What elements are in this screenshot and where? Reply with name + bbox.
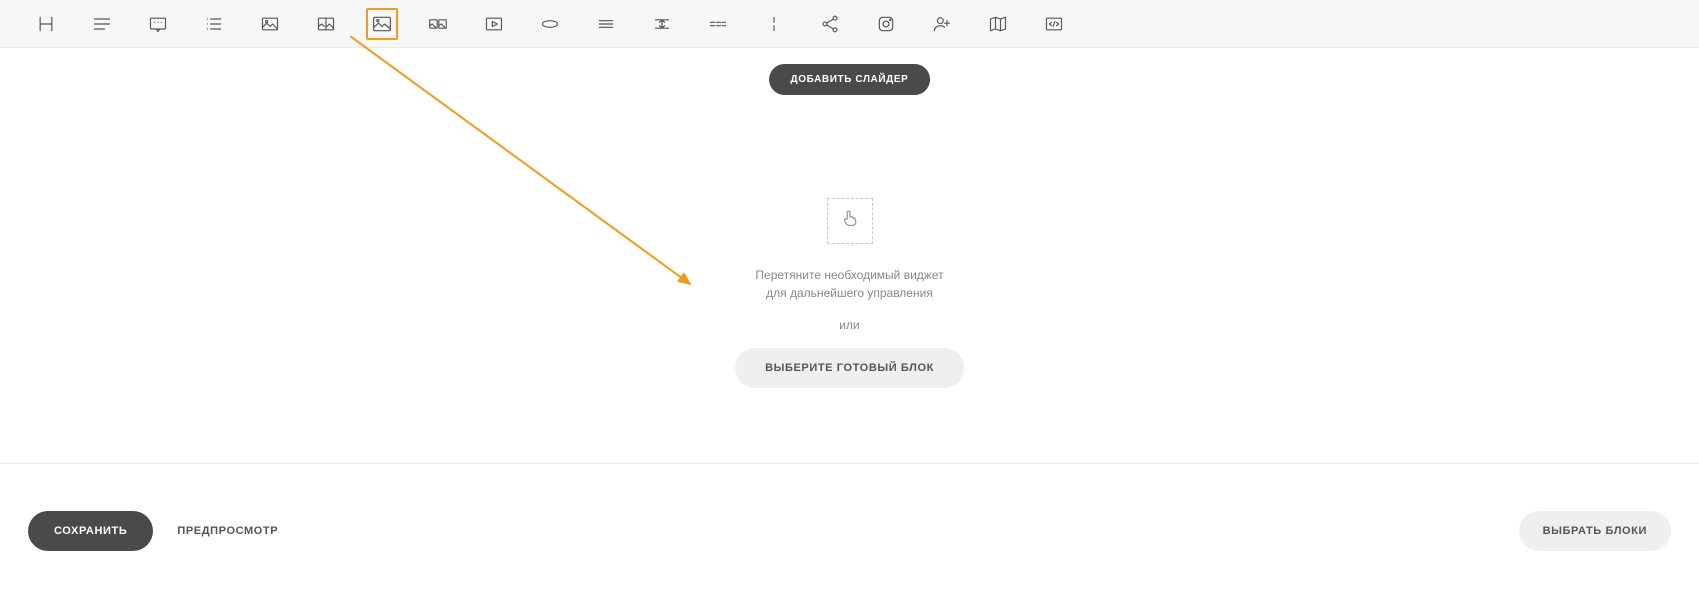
tool-quote[interactable] — [142, 8, 174, 40]
tool-video[interactable] — [478, 8, 510, 40]
image-collage-icon — [316, 14, 336, 34]
text-icon — [92, 14, 112, 34]
tool-gallery[interactable] — [422, 8, 454, 40]
video-icon — [484, 14, 504, 34]
widget-toolbar — [0, 0, 1699, 48]
tool-vertical-line[interactable] — [758, 8, 790, 40]
divider-icon — [596, 14, 616, 34]
tool-divider[interactable] — [590, 8, 622, 40]
tool-list[interactable] — [198, 8, 230, 40]
add-slider-button[interactable]: ДОБАВИТЬ СЛАЙДЕР — [769, 64, 931, 95]
list-icon — [204, 14, 224, 34]
tool-image[interactable] — [254, 8, 286, 40]
tool-heading[interactable] — [30, 8, 62, 40]
drop-zone[interactable]: Перетяните необходимый виджет для дальне… — [680, 198, 1020, 388]
quote-icon — [148, 14, 168, 34]
tool-add-user[interactable] — [926, 8, 958, 40]
image-icon — [260, 14, 280, 34]
image-big-icon — [372, 14, 392, 34]
page-footer: СОХРАНИТЬ ПРЕДПРОСМОТР ВЫБРАТЬ БЛОКИ — [0, 466, 1699, 596]
dashes-icon — [708, 14, 728, 34]
drop-or-label: или — [680, 318, 1020, 332]
heading-icon — [36, 14, 56, 34]
choose-blocks-button[interactable]: ВЫБРАТЬ БЛОКИ — [1519, 511, 1671, 551]
share-icon — [820, 14, 840, 34]
save-button[interactable]: СОХРАНИТЬ — [28, 511, 153, 551]
drop-hint-line1: Перетяните необходимый виджет — [680, 266, 1020, 284]
code-icon — [1044, 14, 1064, 34]
tool-map[interactable] — [982, 8, 1014, 40]
spacer-icon — [652, 14, 672, 34]
tool-image-big[interactable] — [366, 8, 398, 40]
map-icon — [988, 14, 1008, 34]
link-icon — [540, 14, 560, 34]
gallery-icon — [428, 14, 448, 34]
add-user-icon — [932, 14, 952, 34]
tool-image-collage[interactable] — [310, 8, 342, 40]
tool-share[interactable] — [814, 8, 846, 40]
editor-canvas: ДОБАВИТЬ СЛАЙДЕР Перетяните необходимый … — [0, 48, 1699, 464]
tool-dashes[interactable] — [702, 8, 734, 40]
tool-text[interactable] — [86, 8, 118, 40]
choose-ready-block-button[interactable]: ВЫБЕРИТЕ ГОТОВЫЙ БЛОК — [735, 348, 964, 388]
vertical-line-icon — [764, 14, 784, 34]
tool-code[interactable] — [1038, 8, 1070, 40]
pointer-hand-icon — [839, 208, 861, 235]
preview-link[interactable]: ПРЕДПРОСМОТР — [177, 525, 278, 537]
drop-hint-line2: для дальнейшего управления — [680, 284, 1020, 302]
tool-link[interactable] — [534, 8, 566, 40]
tool-instagram[interactable] — [870, 8, 902, 40]
tool-spacer[interactable] — [646, 8, 678, 40]
drop-target-box — [827, 198, 873, 244]
instagram-icon — [876, 14, 896, 34]
